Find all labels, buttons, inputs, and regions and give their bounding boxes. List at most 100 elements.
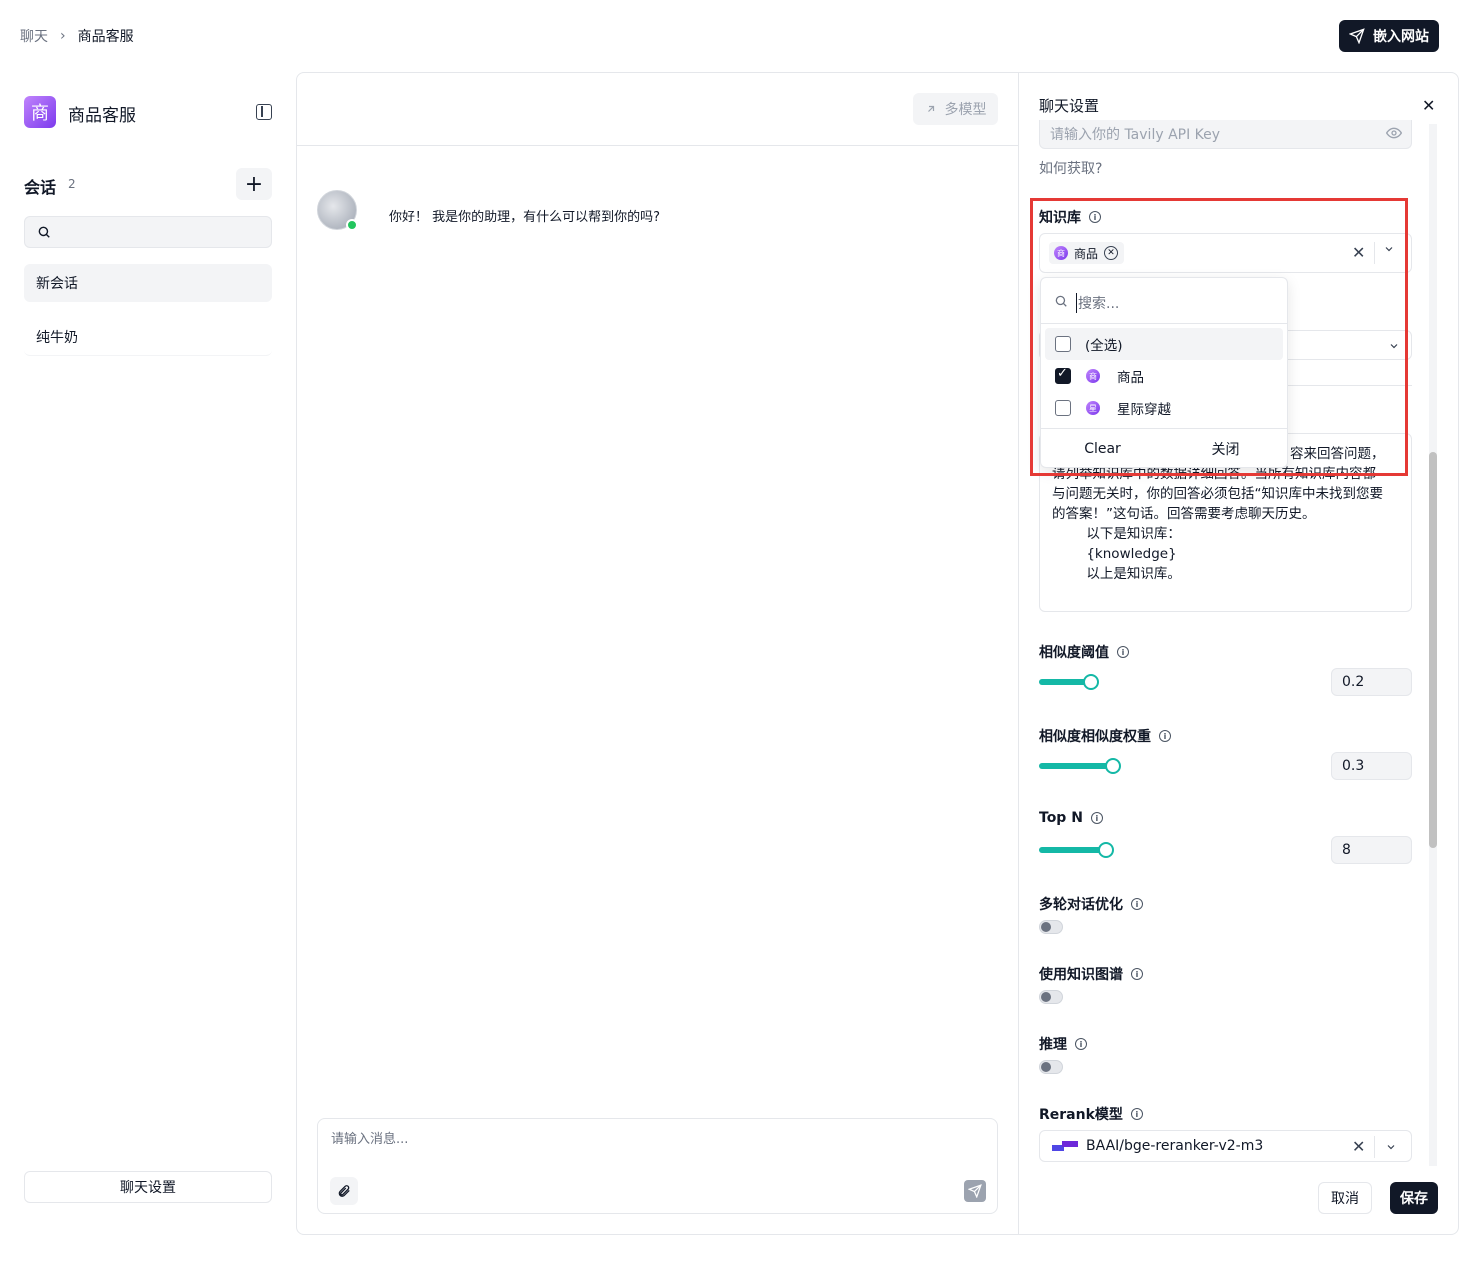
slider-knob[interactable]	[1098, 842, 1114, 858]
clear-selection-icon[interactable]: ✕	[1352, 243, 1365, 262]
breadcrumb-root[interactable]: 聊天	[20, 26, 48, 46]
dropdown-footer: Clear 关闭	[1041, 428, 1287, 468]
multi-model-button[interactable]: 多模型	[913, 93, 998, 125]
new-session-button[interactable]: +	[236, 168, 272, 200]
tavily-api-key-input[interactable]: 请输入你的 Tavily API Key	[1039, 120, 1412, 149]
checkbox-goods[interactable]	[1055, 366, 1071, 384]
multi-model-label: 多模型	[944, 102, 987, 118]
chevron-down-icon[interactable]	[1383, 243, 1395, 258]
similarity-threshold-text: 相似度阈值	[1039, 645, 1109, 661]
message-composer[interactable]	[317, 1118, 998, 1214]
search-icon	[38, 226, 50, 238]
slider-knob[interactable]	[1105, 758, 1121, 774]
rerank-model-value: BAAI/bge-reranker-v2-m3	[1086, 1138, 1264, 1154]
slider-knob[interactable]	[1083, 674, 1099, 690]
info-icon: i	[1130, 1108, 1143, 1120]
search-icon	[1055, 295, 1067, 307]
settings-title: 聊天设置	[1039, 97, 1100, 115]
multi-turn-text: 多轮对话优化	[1039, 897, 1123, 913]
message-input-placeholder: 请输入消息...	[331, 1132, 409, 1147]
send-icon	[1349, 28, 1365, 44]
rerank-model-select[interactable]: BAAI/bge-reranker-v2-m3 ✕	[1039, 1130, 1412, 1162]
similarity-weight-label: 相似度相似度权重 i	[1039, 726, 1171, 746]
how-to-get-link[interactable]: 如何获取?	[1039, 158, 1102, 178]
option-label: 商品	[1117, 370, 1144, 386]
knowledge-base-select[interactable]: 商 商品 ✕ ✕	[1039, 233, 1412, 273]
cancel-button[interactable]: 取消	[1318, 1182, 1372, 1214]
embed-label: 嵌入网站	[1373, 29, 1429, 45]
dropdown-clear-button[interactable]: Clear	[1041, 429, 1164, 468]
panel-divider	[1018, 73, 1019, 1234]
send-button[interactable]	[964, 1180, 986, 1202]
chevron-down-icon	[1390, 344, 1398, 349]
similarity-weight-input[interactable]: 0.3	[1331, 752, 1412, 780]
chip-label: 商品	[1074, 246, 1099, 261]
selected-kb-chip: 商 商品 ✕	[1049, 242, 1125, 264]
chat-settings-button[interactable]: 聊天设置	[24, 1171, 272, 1203]
similarity-threshold-input[interactable]: 0.2	[1331, 668, 1412, 696]
top-n-slider[interactable]	[1039, 847, 1106, 853]
arrow-up-right-icon	[927, 105, 934, 112]
chip-remove-icon[interactable]: ✕	[1104, 246, 1119, 260]
top-n-text: Top N	[1039, 810, 1083, 826]
knowledge-base-dropdown: 搜索... (全选) 商 商品 星 星际穿越 Clear 关闭	[1040, 277, 1288, 468]
chat-header-divider	[297, 145, 1018, 146]
attach-button[interactable]	[330, 1177, 358, 1205]
kb-icon: 商	[1054, 246, 1068, 260]
settings-scrollbar-thumb[interactable]	[1429, 452, 1437, 848]
knowledge-base-label: 知识库 i	[1039, 207, 1101, 227]
session-item-milk[interactable]: 纯牛奶	[24, 318, 272, 356]
top-n-label: Top N i	[1039, 810, 1103, 826]
reasoning-toggle[interactable]	[1039, 1060, 1063, 1074]
option-kb-interstellar[interactable]: 星 星际穿越	[1045, 392, 1283, 424]
multi-turn-toggle[interactable]	[1039, 920, 1063, 934]
similarity-weight-text: 相似度相似度权重	[1039, 729, 1151, 745]
similarity-threshold-label: 相似度阈值 i	[1039, 642, 1129, 662]
session-search-input[interactable]	[24, 216, 272, 248]
info-icon: i	[1089, 211, 1101, 223]
option-kb-goods[interactable]: 商 商品	[1045, 360, 1283, 392]
info-icon: i	[1090, 812, 1103, 824]
rerank-text: Rerank模型	[1039, 1107, 1123, 1123]
reasoning-label: 推理 i	[1039, 1034, 1087, 1054]
option-select-all[interactable]: (全选)	[1045, 328, 1283, 360]
info-icon: i	[1131, 968, 1143, 980]
embed-website-button[interactable]: 嵌入网站	[1339, 20, 1439, 52]
dropdown-search-input[interactable]: 搜索...	[1076, 293, 1119, 313]
assistant-message: 你好！ 我是你的助理，有什么可以帮到你的吗?	[389, 210, 661, 225]
sessions-title: 会话	[24, 178, 57, 197]
send-icon	[968, 1184, 982, 1198]
clear-selection-icon[interactable]: ✕	[1352, 1137, 1365, 1156]
breadcrumb: 聊天 › 商品客服	[20, 26, 134, 46]
multi-turn-label: 多轮对话优化 i	[1039, 894, 1143, 914]
info-icon: i	[1159, 730, 1171, 742]
select-separator	[1374, 1136, 1375, 1158]
chevron-down-icon[interactable]	[1385, 1141, 1397, 1153]
knowledge-graph-toggle[interactable]	[1039, 990, 1063, 1004]
prompt-rest: 与问题无关时，你的回答必须包括“知识库中未找到您要 的答案！”这句话。回答需要考…	[1052, 486, 1383, 582]
option-label: 星际穿越	[1117, 402, 1171, 418]
section-divider	[1287, 385, 1412, 386]
knowledge-graph-label: 使用知识图谱 i	[1039, 964, 1143, 984]
checkbox-select-all[interactable]	[1055, 336, 1071, 352]
dropdown-close-button[interactable]: 关闭	[1164, 429, 1287, 468]
kb-icon: 商	[1086, 369, 1100, 383]
similarity-weight-slider[interactable]	[1039, 763, 1113, 769]
top-n-input[interactable]: 8	[1331, 836, 1412, 864]
paperclip-icon	[338, 1185, 350, 1197]
app-name: 商品客服	[68, 106, 136, 126]
slider-fill	[1039, 847, 1106, 853]
knowledge-graph-text: 使用知识图谱	[1039, 967, 1123, 983]
dropdown-search[interactable]: 搜索...	[1041, 278, 1287, 324]
chevron-right-icon: ›	[60, 28, 66, 44]
prompt-line1-tail: 容来回答问题，	[1290, 446, 1385, 462]
sidebar-collapse-icon[interactable]	[256, 104, 272, 120]
eye-icon[interactable]	[1386, 127, 1402, 139]
info-icon: i	[1131, 898, 1143, 910]
close-icon[interactable]: ✕	[1422, 96, 1435, 115]
session-item-new[interactable]: 新会话	[24, 264, 272, 302]
select-separator	[1374, 242, 1375, 264]
save-button[interactable]: 保存	[1390, 1182, 1438, 1214]
app-icon: 商	[24, 96, 56, 128]
checkbox-interstellar[interactable]	[1055, 400, 1071, 416]
